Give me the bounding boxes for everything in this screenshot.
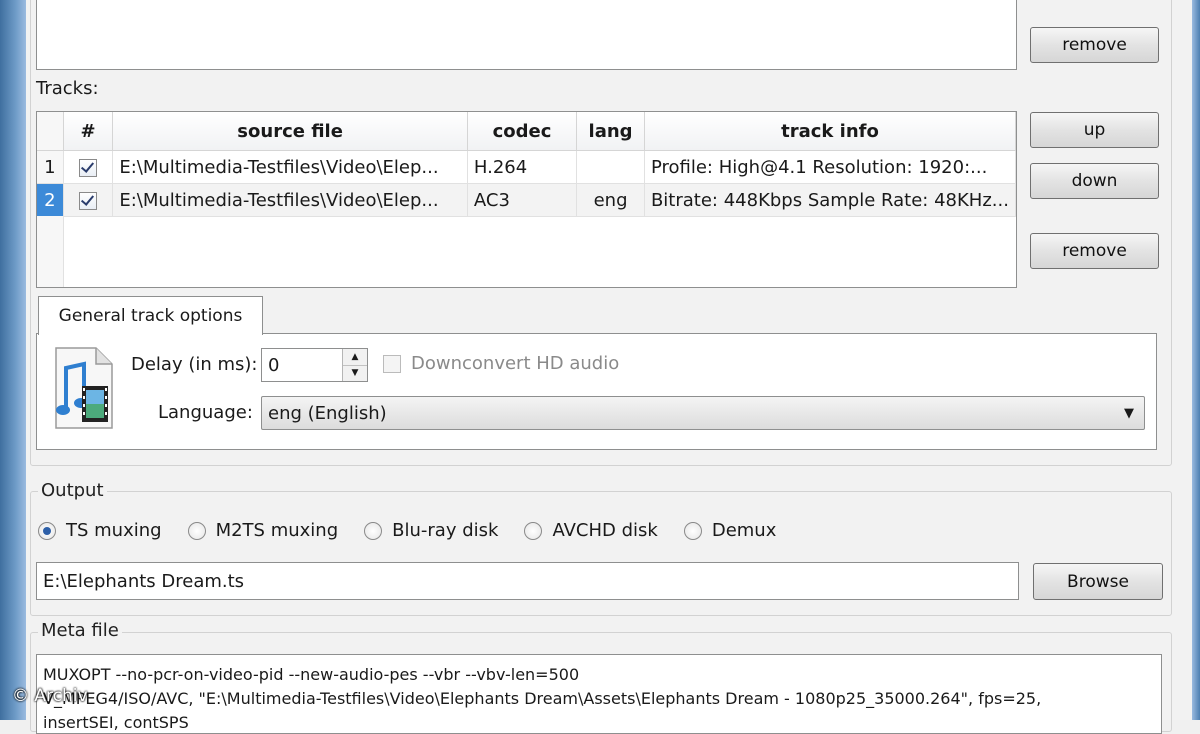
track-enabled-checkbox[interactable]: [79, 191, 98, 210]
source-file-cell: E:\Multimedia-Testfiles\Video\Elep...: [112, 150, 468, 184]
table-row[interactable]: 1 E:\Multimedia-Testfiles\Video\Elep... …: [37, 150, 1016, 184]
spin-up-icon[interactable]: ▲: [343, 349, 367, 366]
tracks-table-container[interactable]: # source file codec lang track info 1 E:…: [36, 111, 1017, 288]
meta-line: V_MPEG4/ISO/AVC, "E:\Multimedia-Testfile…: [43, 689, 1042, 708]
radio-demux[interactable]: Demux: [683, 520, 777, 541]
output-mode-radios: TS muxing M2TS muxing Blu-ray disk AVCHD…: [38, 520, 776, 541]
output-path-field[interactable]: E:\Elephants Dream.ts: [36, 562, 1019, 600]
radio-circle[interactable]: [364, 521, 383, 540]
move-down-button[interactable]: down: [1030, 163, 1159, 199]
window-frame-left: [0, 0, 26, 720]
column-header-number[interactable]: #: [63, 112, 114, 151]
column-header-source-file[interactable]: source file: [112, 112, 468, 151]
downconvert-label: Downconvert HD audio: [411, 353, 620, 374]
row-header-strip: [37, 216, 64, 287]
meta-line: MUXOPT --no-pcr-on-video-pid --new-audio…: [43, 665, 580, 684]
radio-label: Blu-ray disk: [392, 520, 499, 541]
language-select[interactable]: eng (English) ▼: [261, 396, 1145, 430]
output-path-value: E:\Elephants Dream.ts: [43, 570, 245, 592]
tracks-table: # source file codec lang track info 1 E:…: [37, 112, 1016, 217]
downconvert-option[interactable]: Downconvert HD audio: [383, 353, 619, 374]
move-up-button[interactable]: up: [1030, 112, 1159, 148]
watermark: © Archiv: [12, 686, 88, 706]
media-file-icon: [52, 346, 116, 430]
radio-label: TS muxing: [66, 520, 162, 541]
table-row[interactable]: 2 E:\Multimedia-Testfiles\Video\Elep... …: [37, 183, 1016, 217]
column-header-track-info[interactable]: track info: [644, 112, 1016, 151]
track-enabled-cell: [63, 183, 114, 217]
row-number: 1: [37, 150, 64, 184]
source-file-cell: E:\Multimedia-Testfiles\Video\Elep...: [112, 183, 468, 217]
meta-title: Meta file: [38, 620, 122, 641]
lang-cell: [576, 150, 645, 184]
remove-track-button[interactable]: remove: [1030, 233, 1159, 269]
radio-circle[interactable]: [524, 521, 543, 540]
spin-down-icon[interactable]: ▼: [343, 365, 367, 381]
track-options-pane: [36, 333, 1157, 450]
radio-label: M2TS muxing: [215, 520, 339, 541]
delay-spin-buttons: ▲ ▼: [342, 349, 367, 381]
codec-cell: AC3: [467, 183, 578, 217]
radio-circle[interactable]: [683, 521, 702, 540]
delay-value: 0: [268, 354, 280, 376]
tracks-label: Tracks:: [36, 78, 99, 99]
language-label: Language:: [158, 402, 253, 423]
meta-file-text[interactable]: MUXOPT --no-pcr-on-video-pid --new-audio…: [36, 654, 1162, 734]
radio-label: Demux: [711, 520, 777, 541]
track-info-cell: Bitrate: 448Kbps Sample Rate: 48KHz...: [644, 183, 1016, 217]
delay-spinbox[interactable]: 0 ▲ ▼: [261, 348, 368, 382]
radio-circle[interactable]: [187, 521, 206, 540]
radio-circle[interactable]: [38, 521, 56, 540]
source-files-list[interactable]: [36, 0, 1017, 70]
column-header-lang[interactable]: lang: [576, 112, 645, 151]
row-number: 2: [37, 183, 64, 217]
radio-avchd-disk[interactable]: AVCHD disk: [524, 520, 658, 541]
row-header-corner: [37, 112, 64, 151]
window-frame-right: [1192, 0, 1200, 720]
radio-label: AVCHD disk: [552, 520, 658, 541]
lang-cell: eng: [576, 183, 645, 217]
radio-bluray-disk[interactable]: Blu-ray disk: [364, 520, 498, 541]
remove-source-button[interactable]: remove: [1030, 27, 1159, 63]
downconvert-checkbox[interactable]: [383, 354, 401, 373]
browse-button[interactable]: Browse: [1033, 563, 1163, 600]
tab-general-track-options[interactable]: General track options: [38, 296, 263, 335]
radio-ts-muxing[interactable]: TS muxing: [38, 520, 162, 541]
output-title: Output: [38, 480, 107, 501]
track-enabled-checkbox[interactable]: [79, 158, 98, 177]
delay-label: Delay (in ms):: [131, 354, 258, 375]
column-header-codec[interactable]: codec: [467, 112, 578, 151]
chevron-down-icon: ▼: [1124, 405, 1134, 421]
track-enabled-cell: [63, 150, 114, 184]
language-value: eng (English): [268, 402, 387, 424]
codec-cell: H.264: [467, 150, 578, 184]
radio-m2ts-muxing[interactable]: M2TS muxing: [187, 520, 339, 541]
track-info-cell: Profile: High@4.1 Resolution: 1920:...: [644, 150, 1016, 184]
meta-line: insertSEI, contSPS: [43, 713, 189, 732]
